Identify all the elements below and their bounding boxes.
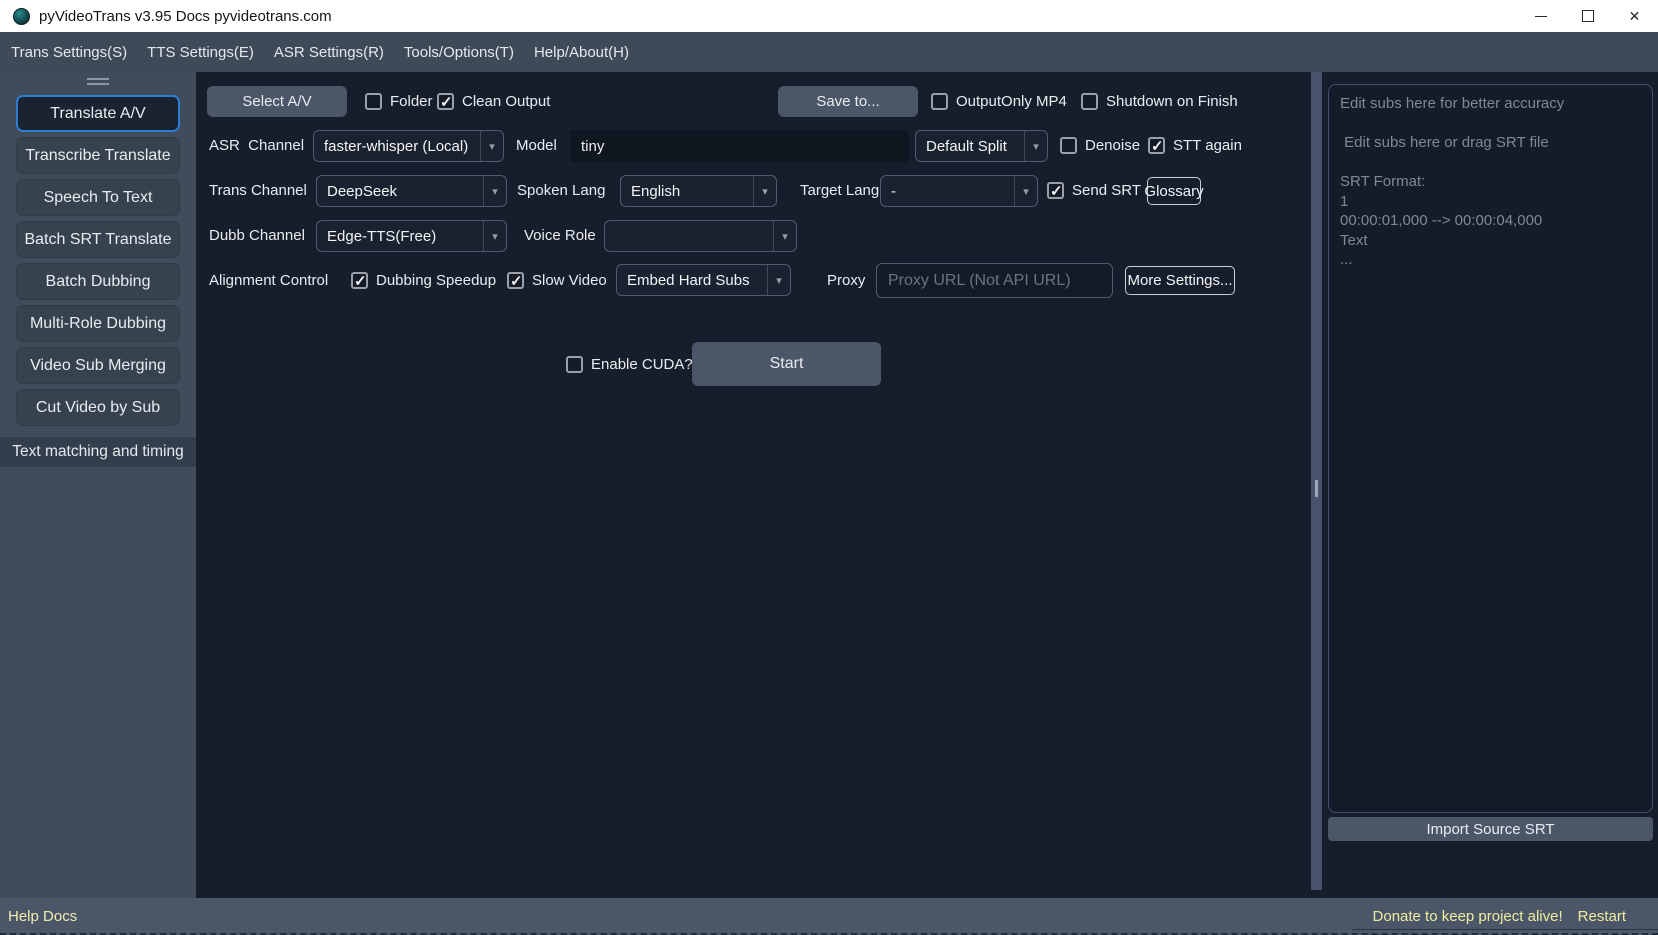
sidebar-item-batch-dubbing[interactable]: Batch Dubbing bbox=[16, 263, 180, 300]
minimize-icon bbox=[1535, 16, 1547, 17]
subtitle-line bbox=[1340, 153, 1641, 173]
close-icon: ✕ bbox=[1629, 9, 1641, 23]
donate-link[interactable]: Donate to keep project alive! bbox=[1373, 908, 1563, 925]
checkbox-box-icon bbox=[931, 93, 948, 110]
import-source-srt-button[interactable]: Import Source SRT bbox=[1328, 817, 1653, 841]
output-only-mp4-checkbox[interactable]: OutputOnly MP4 bbox=[931, 86, 1067, 117]
app-logo-icon bbox=[13, 8, 30, 25]
embed-subs-select[interactable]: Embed Hard Subs▾ bbox=[616, 264, 791, 296]
sidebar-item-cut-video-by-sub[interactable]: Cut Video by Sub bbox=[16, 389, 180, 426]
start-button[interactable]: Start bbox=[692, 342, 881, 386]
sidebar-item-translate-av[interactable]: Translate A/V bbox=[16, 95, 180, 132]
window-title: pyVideoTrans v3.95 Docs pyvideotrans.com bbox=[39, 8, 332, 25]
sidebar-item-batch-srt-translate[interactable]: Batch SRT Translate bbox=[16, 221, 180, 258]
subtitle-line: 1 bbox=[1340, 192, 1641, 212]
checkbox-box-icon bbox=[1060, 137, 1077, 154]
voice-role-label: Voice Role bbox=[524, 220, 596, 251]
shutdown-on-finish-checkbox[interactable]: Shutdown on Finish bbox=[1081, 86, 1238, 117]
checkbox-box-icon bbox=[507, 272, 524, 289]
menu-tts-settings[interactable]: TTS Settings(E) bbox=[137, 32, 264, 72]
chevron-down-icon: ▾ bbox=[773, 221, 796, 251]
help-docs-link[interactable]: Help Docs bbox=[8, 908, 77, 925]
statusbar: Help Docs Donate to keep project alive! … bbox=[0, 898, 1658, 935]
splitter-handle-icon bbox=[1315, 480, 1318, 497]
folder-checkbox[interactable]: Folder bbox=[365, 86, 433, 117]
subtitle-line: SRT Format: bbox=[1340, 172, 1641, 192]
chevron-down-icon: ▾ bbox=[753, 176, 776, 206]
panel-splitter[interactable] bbox=[1311, 72, 1322, 890]
menu-help-about[interactable]: Help/About(H) bbox=[524, 32, 639, 72]
sidebar-item-speech-to-text[interactable]: Speech To Text bbox=[16, 179, 180, 216]
enable-cuda-checkbox[interactable]: Enable CUDA? bbox=[566, 349, 693, 380]
app-window: pyVideoTrans v3.95 Docs pyvideotrans.com… bbox=[0, 0, 1658, 935]
menu-trans-settings[interactable]: Trans Settings(S) bbox=[1, 32, 137, 72]
chevron-down-icon: ▾ bbox=[483, 176, 506, 206]
statusbar-right: Donate to keep project alive! Restart bbox=[1373, 908, 1626, 925]
close-button[interactable]: ✕ bbox=[1611, 0, 1658, 32]
model-label: Model bbox=[516, 130, 557, 161]
proxy-input[interactable] bbox=[876, 263, 1113, 298]
checkbox-box-icon bbox=[437, 93, 454, 110]
model-input[interactable] bbox=[570, 130, 909, 162]
maximize-icon bbox=[1582, 10, 1594, 22]
chevron-down-icon: ▾ bbox=[1024, 131, 1047, 161]
dubb-channel-label: Dubb Channel bbox=[209, 220, 305, 251]
menubar: Trans Settings(S) TTS Settings(E) ASR Se… bbox=[0, 32, 1658, 72]
slow-video-checkbox[interactable]: Slow Video bbox=[507, 265, 607, 296]
chevron-down-icon: ▾ bbox=[1014, 176, 1037, 206]
restart-link[interactable]: Restart bbox=[1578, 908, 1626, 925]
subtitle-line: Text bbox=[1340, 231, 1641, 251]
sidebar-tab-text-matching[interactable]: Text matching and timing bbox=[0, 437, 196, 467]
subtitle-line: 00:00:01,000 --> 00:00:04,000 bbox=[1340, 211, 1641, 231]
checkbox-box-icon bbox=[365, 93, 382, 110]
chevron-down-icon: ▾ bbox=[480, 131, 503, 161]
trans-channel-label: Trans Channel bbox=[209, 175, 307, 206]
target-lang-select[interactable]: -▾ bbox=[880, 175, 1038, 207]
subtitle-line: ... bbox=[1340, 250, 1641, 270]
statusbar-divider bbox=[1352, 929, 1658, 930]
menu-asr-settings[interactable]: ASR Settings(R) bbox=[264, 32, 394, 72]
subtitle-editor[interactable]: Edit subs here for better accuracy Edit … bbox=[1328, 84, 1653, 813]
checkbox-box-icon bbox=[351, 272, 368, 289]
dubb-channel-select[interactable]: Edge-TTS(Free)▾ bbox=[316, 220, 507, 252]
proxy-label: Proxy bbox=[827, 265, 865, 296]
subtitle-line: Edit subs here or drag SRT file bbox=[1340, 133, 1641, 153]
sidebar-item-multi-role-dubbing[interactable]: Multi-Role Dubbing bbox=[16, 305, 180, 342]
window-controls: ✕ bbox=[1517, 0, 1658, 32]
asr-channel-select[interactable]: faster-whisper (Local)▾ bbox=[313, 130, 504, 162]
asr-channel-label: ASR Channel bbox=[209, 130, 304, 161]
voice-role-select[interactable]: ▾ bbox=[604, 220, 797, 252]
split-mode-select[interactable]: Default Split▾ bbox=[915, 130, 1048, 162]
maximize-button[interactable] bbox=[1564, 0, 1611, 32]
select-av-button[interactable]: Select A/V bbox=[207, 86, 347, 117]
sidebar-grip-icon[interactable] bbox=[87, 78, 109, 85]
sidebar-item-video-sub-merging[interactable]: Video Sub Merging bbox=[16, 347, 180, 384]
more-settings-button[interactable]: More Settings... bbox=[1125, 266, 1235, 295]
subtitle-line: Edit subs here for better accuracy bbox=[1340, 94, 1641, 114]
save-to-button[interactable]: Save to... bbox=[778, 86, 918, 117]
glossary-button[interactable]: Glossary bbox=[1147, 177, 1201, 205]
sidebar-item-transcribe-translate[interactable]: Transcribe Translate bbox=[16, 137, 180, 174]
send-srt-checkbox[interactable]: Send SRT bbox=[1047, 175, 1141, 206]
sidebar: Translate A/V Transcribe Translate Speec… bbox=[0, 72, 196, 898]
target-lang-label: Target Lang bbox=[800, 175, 879, 206]
clean-output-checkbox[interactable]: Clean Output bbox=[437, 86, 550, 117]
titlebar: pyVideoTrans v3.95 Docs pyvideotrans.com… bbox=[0, 0, 1658, 32]
denoise-checkbox[interactable]: Denoise bbox=[1060, 130, 1140, 161]
spoken-lang-label: Spoken Lang bbox=[517, 175, 605, 206]
checkbox-box-icon bbox=[566, 356, 583, 373]
checkbox-box-icon bbox=[1047, 182, 1064, 199]
dubbing-speedup-checkbox[interactable]: Dubbing Speedup bbox=[351, 265, 496, 296]
chevron-down-icon: ▾ bbox=[767, 265, 790, 295]
checkbox-box-icon bbox=[1148, 137, 1165, 154]
stt-again-checkbox[interactable]: STT again bbox=[1148, 130, 1242, 161]
menu-tools-options[interactable]: Tools/Options(T) bbox=[394, 32, 524, 72]
spoken-lang-select[interactable]: English▾ bbox=[620, 175, 777, 207]
trans-channel-select[interactable]: DeepSeek▾ bbox=[316, 175, 507, 207]
minimize-button[interactable] bbox=[1517, 0, 1564, 32]
alignment-control-label: Alignment Control bbox=[209, 265, 328, 296]
chevron-down-icon: ▾ bbox=[483, 221, 506, 251]
checkbox-box-icon bbox=[1081, 93, 1098, 110]
subtitle-line bbox=[1340, 114, 1641, 134]
